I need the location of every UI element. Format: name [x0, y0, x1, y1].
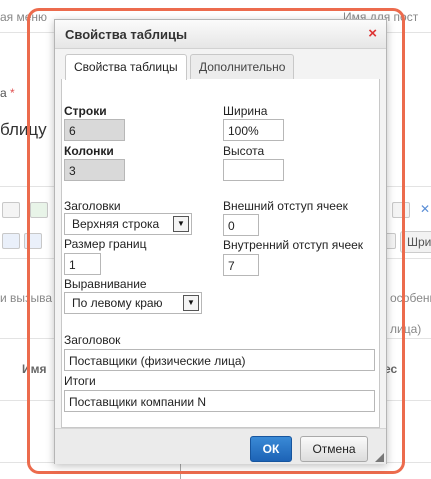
table-properties-dialog: Свойства таблицы × Свойства таблицы Допо… — [54, 19, 387, 464]
close-icon[interactable]: × — [368, 25, 377, 42]
resize-grip-icon[interactable] — [375, 453, 384, 462]
dialog-title: Свойства таблицы — [65, 27, 188, 42]
alignment-label: Выравнивание — [64, 277, 147, 291]
summary-field[interactable]: Поставщики компании N — [64, 390, 375, 412]
cell-spacing-field[interactable]: 0 — [223, 214, 259, 236]
summary-label: Итоги — [64, 374, 96, 388]
print-icon[interactable] — [2, 202, 20, 218]
chevron-down-icon: ▼ — [183, 295, 199, 311]
width-field[interactable]: 100% — [223, 119, 284, 141]
headers-select-value: Верхняя строка — [72, 217, 160, 231]
headers-label: Заголовки — [64, 199, 121, 213]
caption-field[interactable]: Поставщики (физические лица) — [64, 349, 375, 371]
cancel-button[interactable]: Отмена — [300, 436, 368, 462]
undo-icon[interactable] — [2, 233, 20, 249]
cell-padding-label: Внутренний отступ ячеек — [223, 238, 364, 252]
height-label: Высота — [223, 144, 265, 158]
tab-advanced[interactable]: Дополнительно — [190, 54, 295, 79]
cell-spacing-label: Внешний отступ ячеек — [223, 199, 348, 213]
tab-table-properties[interactable]: Свойства таблицы — [65, 54, 187, 80]
dialog-content: Строки 6 Колонки 3 Заголовки Верхняя стр… — [61, 79, 380, 428]
headers-select[interactable]: Верхняя строка ▼ — [64, 213, 192, 235]
rows-field[interactable]: 6 — [64, 119, 125, 141]
ok-button[interactable]: ОК — [250, 436, 292, 462]
required-label-fragment: а * — [0, 86, 15, 100]
border-size-field[interactable]: 1 — [64, 253, 101, 275]
columns-field[interactable]: 3 — [64, 159, 125, 181]
columns-label: Колонки — [64, 144, 114, 158]
dialog-footer: ОК Отмена — [55, 428, 386, 464]
chevron-down-icon: ▼ — [173, 216, 189, 232]
caption-label: Заголовок — [64, 333, 121, 347]
height-field[interactable] — [223, 159, 284, 181]
border-size-label: Размер границ — [64, 237, 147, 251]
rows-label: Строки — [64, 104, 107, 118]
alignment-select-value: По левому краю — [72, 296, 163, 310]
alignment-select[interactable]: По левому краю ▼ — [64, 292, 202, 314]
close-x-icon[interactable]: ✕ — [420, 202, 430, 216]
dialog-titlebar[interactable]: Свойства таблицы × — [55, 20, 386, 49]
width-label: Ширина — [223, 104, 268, 118]
cell-padding-field[interactable]: 7 — [223, 254, 259, 276]
